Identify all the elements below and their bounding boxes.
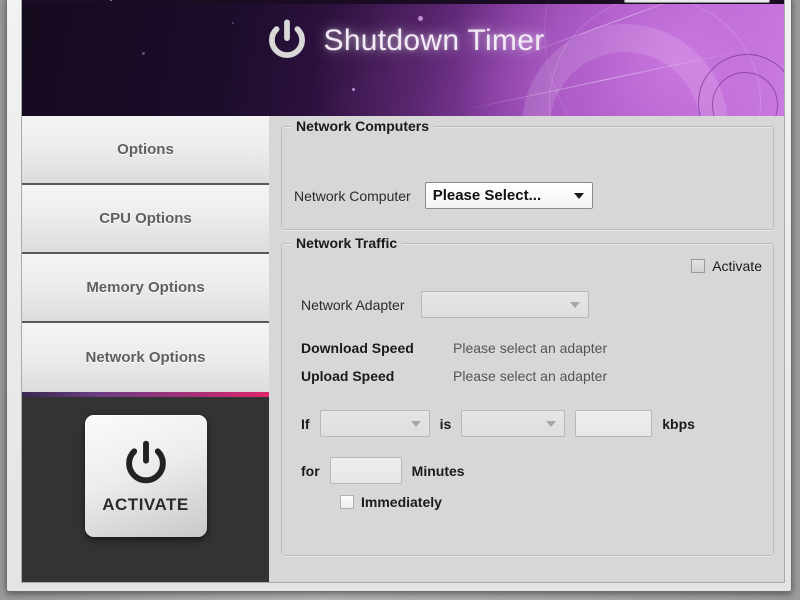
upload-speed-value: Please select an adapter <box>453 368 608 384</box>
page-title: Shutdown Timer <box>323 24 545 57</box>
condition-if-label: If <box>301 415 310 432</box>
sidebar: Options CPU Options Memory Options Netwo… <box>22 116 269 582</box>
chevron-down-icon <box>573 192 584 199</box>
condition-row: If is kbps <box>301 410 695 437</box>
condition-is-label: is <box>439 415 452 432</box>
power-icon <box>264 18 310 64</box>
decorative-ring <box>712 72 778 116</box>
condition-threshold-input[interactable] <box>575 410 653 437</box>
network-computer-value: Please Select... <box>432 187 542 204</box>
sidebar-item-label: Options <box>117 141 174 158</box>
immediately-label: Immediately <box>361 494 442 510</box>
network-adapter-dropdown[interactable] <box>420 291 589 318</box>
sidebar-item-network-options[interactable]: Network Options <box>22 323 269 392</box>
application-window-frame: Shutdown Timer File Help Shutdown Option… <box>6 0 792 592</box>
network-computer-dropdown[interactable]: Please Select... <box>424 182 593 209</box>
network-computer-row: Network Computer Please Select... <box>294 182 593 209</box>
sidebar-item-label: CPU Options <box>99 210 192 227</box>
traffic-activate-checkbox[interactable]: Activate <box>691 258 762 274</box>
condition-metric-dropdown[interactable] <box>319 410 430 437</box>
network-adapter-row: Network Adapter <box>301 291 589 318</box>
group-title: Network Traffic <box>291 235 403 251</box>
main-content: Network Computers Network Computer Pleas… <box>269 116 784 582</box>
upload-speed-row: Upload Speed Please select an adapter <box>301 368 607 384</box>
duration-input[interactable] <box>329 457 402 484</box>
checkbox-box[interactable] <box>691 259 706 273</box>
decorative-speck <box>352 88 355 91</box>
network-computer-label: Network Computer <box>294 187 411 204</box>
chevron-down-icon <box>410 420 421 427</box>
activate-button[interactable]: ACTIVATE <box>84 415 207 537</box>
upload-speed-label: Upload Speed <box>301 368 395 384</box>
chevron-down-icon <box>569 301 580 308</box>
checkbox-box[interactable] <box>340 495 354 509</box>
activate-panel: ACTIVATE <box>22 397 269 582</box>
mode-select-dropdown[interactable]: Shutdown <box>624 0 770 3</box>
network-traffic-group: Network Traffic Activate Network Adapter <box>281 235 774 556</box>
download-speed-value: Please select an adapter <box>453 340 608 356</box>
menu-item-file[interactable]: File <box>40 0 61 1</box>
condition-operator-dropdown[interactable] <box>461 410 566 437</box>
group-title: Network Computers <box>291 118 435 134</box>
power-icon <box>119 437 173 491</box>
immediately-checkbox[interactable]: Immediately <box>340 494 442 510</box>
chevron-down-icon <box>546 420 557 427</box>
header-banner: Shutdown Timer <box>22 0 784 116</box>
application-window: Shutdown Timer File Help Shutdown Option… <box>21 0 785 583</box>
desktop-background: Shutdown Timer File Help Shutdown Option… <box>0 0 800 600</box>
menu-item-help[interactable]: Help <box>90 0 117 1</box>
download-speed-row: Download Speed Please select an adapter <box>301 340 607 356</box>
duration-row: for Minutes <box>301 457 465 484</box>
traffic-activate-label: Activate <box>712 258 762 274</box>
sidebar-item-options[interactable]: Options <box>22 116 269 185</box>
network-adapter-label: Network Adapter <box>301 296 405 313</box>
sidebar-item-label: Memory Options <box>86 279 205 296</box>
duration-unit-label: Minutes <box>411 462 465 479</box>
sidebar-item-cpu-options[interactable]: CPU Options <box>22 185 269 254</box>
sidebar-item-memory-options[interactable]: Memory Options <box>22 254 269 323</box>
duration-for-label: for <box>301 462 320 479</box>
network-computers-group: Network Computers Network Computer Pleas… <box>281 118 774 230</box>
sidebar-item-label: Network Options <box>85 349 206 366</box>
condition-unit-label: kbps <box>662 415 695 432</box>
download-speed-label: Download Speed <box>301 340 414 356</box>
header-title-group: Shutdown Timer <box>22 18 784 64</box>
activate-button-label: ACTIVATE <box>102 495 189 514</box>
